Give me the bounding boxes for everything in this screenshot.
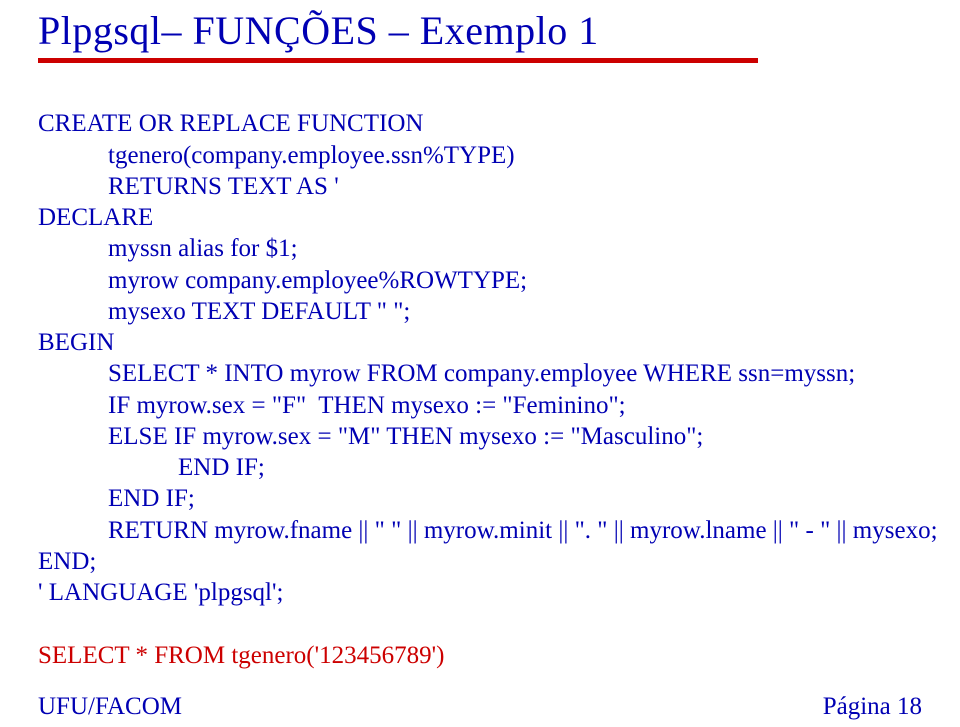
footer-left: UFU/FACOM [38, 693, 182, 721]
code-line: ELSE IF myrow.sex = "M" THEN mysexo := "… [38, 421, 703, 452]
title-rule [38, 58, 758, 63]
code-line: mysexo TEXT DEFAULT " "; [38, 296, 410, 327]
code-block: CREATE OR REPLACE FUNCTION tgenero(compa… [38, 77, 922, 671]
code-line: CREATE OR REPLACE FUNCTION [38, 108, 423, 139]
code-line-highlight: SELECT * FROM tgenero('123456789') [38, 640, 444, 671]
code-line: BEGIN [38, 327, 114, 358]
code-line: ' LANGUAGE 'plpgsql'; [38, 577, 283, 608]
code-line: RETURNS TEXT AS ' [38, 171, 339, 202]
code-line: END IF; [38, 483, 195, 514]
code-line: myrow company.employee%ROWTYPE; [38, 265, 527, 296]
slide: Plpgsql– FUNÇÕES – Exemplo 1 CREATE OR R… [0, 0, 960, 727]
code-line: myssn alias for $1; [38, 233, 298, 264]
slide-title: Plpgsql– FUNÇÕES – Exemplo 1 [38, 0, 922, 52]
code-line: tgenero(company.employee.ssn%TYPE) [38, 140, 515, 171]
footer-right: Página 18 [823, 693, 922, 721]
code-line: END; [38, 546, 96, 577]
footer: UFU/FACOM Página 18 [38, 693, 922, 721]
code-line: END IF; [38, 452, 265, 483]
code-line: RETURN myrow.fname || " " || myrow.minit… [38, 515, 938, 546]
code-line: DECLARE [38, 202, 153, 233]
code-line: IF myrow.sex = "F" THEN mysexo := "Femin… [38, 390, 626, 421]
code-line: SELECT * INTO myrow FROM company.employe… [38, 358, 855, 389]
